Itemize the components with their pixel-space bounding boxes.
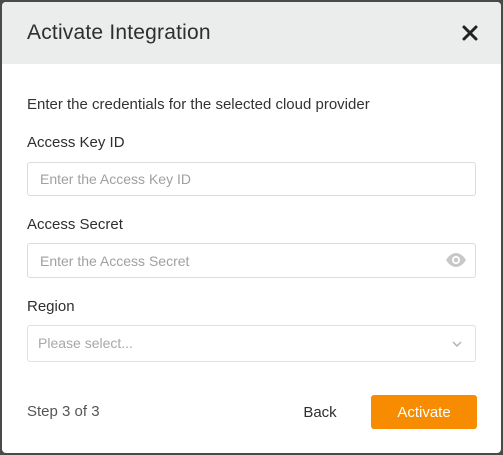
access-secret-input[interactable] [28,244,475,277]
dialog-header: Activate Integration [2,2,501,64]
access-key-field-wrapper [27,162,476,196]
eye-icon [446,253,466,267]
region-select[interactable]: Please select... [27,325,476,362]
access-key-label: Access Key ID [27,134,125,151]
region-select-placeholder: Please select... [38,335,133,351]
access-secret-label: Access Secret [27,216,123,233]
activate-integration-dialog: Activate Integration Enter the credentia… [2,2,501,453]
access-secret-field-wrapper [27,243,476,278]
step-indicator: Step 3 of 3 [27,403,100,420]
intro-text: Enter the credentials for the selected c… [27,96,370,113]
show-secret-toggle[interactable] [445,252,467,268]
chevron-down-icon [452,341,462,347]
dialog-title: Activate Integration [27,21,211,44]
access-key-input[interactable] [28,163,475,195]
region-label: Region [27,298,75,315]
close-icon [462,25,478,41]
close-button[interactable] [461,24,479,42]
back-button[interactable]: Back [292,395,348,429]
activate-button[interactable]: Activate [371,395,477,429]
